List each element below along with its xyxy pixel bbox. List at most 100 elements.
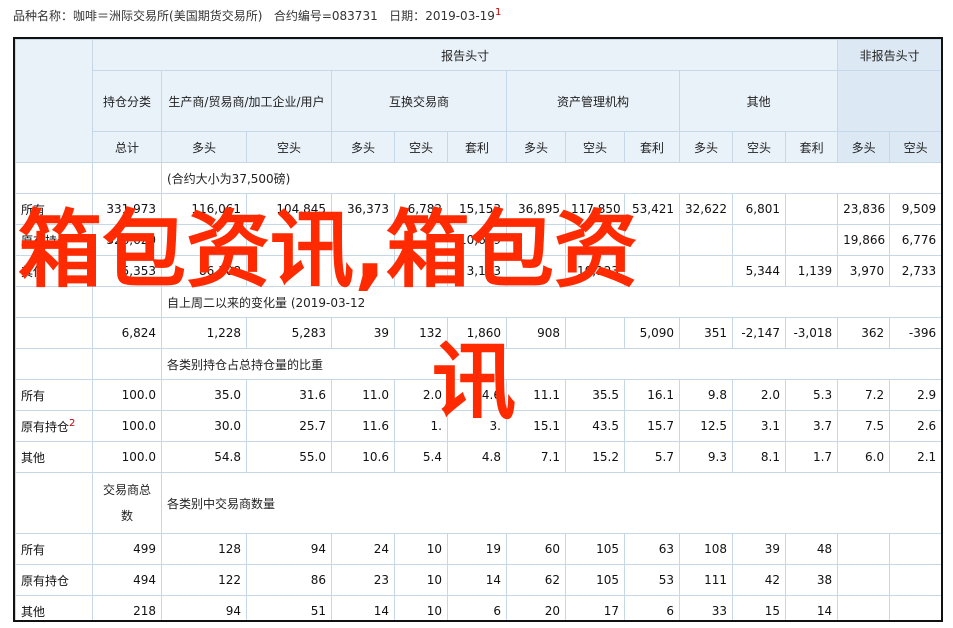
cell: 6 [624, 595, 680, 620]
section-gap [15, 286, 93, 318]
section-change: 自上周二以来的变化量 (2019-03-12 [160, 286, 941, 318]
positions-table: 报告头寸 非报告头寸 持仓分类 生产商/贸易商/加工企业/用户 互换交易商 资产… [15, 39, 941, 620]
cell: 1,228 [161, 317, 247, 349]
cell: 5,090 [624, 317, 680, 349]
cell: 32,622 [679, 193, 733, 225]
cell: 54.8 [161, 441, 247, 473]
cell: 10 [394, 595, 448, 620]
cell: 4.6 [447, 379, 507, 411]
corner-cell [15, 39, 93, 163]
cell: 17 [565, 595, 625, 620]
cell: 494 [92, 564, 162, 596]
cell [246, 255, 332, 287]
cell: 104,845 [246, 193, 332, 225]
cell: 1,860 [447, 317, 507, 349]
report-date: 2019-03-19 [425, 9, 495, 23]
cell: 11.1 [506, 379, 566, 411]
cell: 60 [506, 533, 566, 565]
cell: 15.7 [624, 410, 680, 442]
row-label [15, 317, 93, 349]
cell: 36,373 [331, 193, 395, 225]
cell: 132 [394, 317, 448, 349]
cell: 19,866 [837, 224, 891, 256]
cell: 3,970 [837, 255, 891, 287]
cell [331, 255, 395, 287]
cell [565, 317, 625, 349]
cell: 100.0 [92, 441, 162, 473]
table-row: 所有 499 128 94 24 10 19 60 105 63 108 39 … [15, 533, 941, 565]
cell: 7.2 [837, 379, 891, 411]
cell: 9.3 [679, 441, 733, 473]
cell: 14 [784, 595, 839, 620]
cell: 53,421 [624, 193, 680, 225]
cell: 38 [784, 564, 839, 596]
cell: 105 [565, 533, 625, 565]
cell: 6,824 [92, 317, 162, 349]
cell: 2.9 [889, 379, 941, 411]
nonreport-head: 非报告头寸 [837, 39, 941, 71]
cell: 117,850 [565, 193, 625, 225]
cell: 362 [837, 317, 891, 349]
table-row: 原有持仓 494 122 86 23 10 14 62 105 53 111 4… [15, 564, 941, 596]
cell [331, 224, 395, 256]
table-row: 原有持仓 326,620 10,619 19,866 6,776 [15, 224, 941, 256]
row-label: 原有持仓 [15, 564, 93, 596]
sub-spread: 套利 [784, 131, 839, 163]
table-row: 所有 100.0 35.0 31.6 11.0 2.0 4.6 11.1 35.… [15, 379, 941, 411]
cell: 39 [732, 533, 786, 565]
table-row: 所有 331,973 116,061 104,845 36,373 6,782 … [15, 193, 941, 225]
cell: 25.7 [246, 410, 332, 442]
cell: 128 [161, 533, 247, 565]
contract-code-label: 合约编号= [273, 9, 332, 23]
cell: 51 [246, 595, 332, 620]
section-gap [92, 162, 162, 194]
cell: 5.7 [624, 441, 680, 473]
cell: 30.0 [161, 410, 247, 442]
table-row: 其他 100.0 54.8 55.0 10.6 5.4 4.8 7.1 15.2… [15, 441, 941, 473]
cell [889, 564, 941, 596]
sub-short: 空头 [394, 131, 448, 163]
cell: 6,782 [394, 193, 448, 225]
cell [394, 255, 448, 287]
row-label: 所有 [15, 533, 93, 565]
cell: 10,619 [447, 224, 507, 256]
row-label: 原有持仓 [15, 224, 93, 256]
group-producer: 生产商/贸易商/加工企业/用户 [161, 70, 332, 132]
cell: 19 [447, 533, 507, 565]
cell: 3.7 [784, 410, 839, 442]
cell: 1. [394, 410, 448, 442]
sub-long: 多头 [837, 131, 891, 163]
cell: 11.6 [331, 410, 395, 442]
cell: 23 [331, 564, 395, 596]
cell [732, 224, 786, 256]
sub-short: 空头 [565, 131, 625, 163]
cell: 20 [506, 595, 566, 620]
cell: 4.8 [447, 441, 507, 473]
cell: 3. [447, 410, 507, 442]
cell [679, 255, 733, 287]
section-gap [15, 162, 93, 194]
cell: 10 [394, 533, 448, 565]
cell: -3,018 [784, 317, 839, 349]
cell: 326,620 [92, 224, 162, 256]
row-label: 所有 [15, 379, 93, 411]
cell: 105 [565, 564, 625, 596]
cell: -396 [889, 317, 941, 349]
cell [889, 533, 941, 565]
cell: 908 [506, 317, 566, 349]
cell [889, 595, 941, 620]
cell: 63 [624, 533, 680, 565]
cell [565, 224, 625, 256]
cell: 14 [447, 564, 507, 596]
footnote-marker: 2 [69, 417, 76, 429]
cell [624, 255, 680, 287]
cot-report-table: 报告头寸 非报告头寸 持仓分类 生产商/贸易商/加工企业/用户 互换交易商 资产… [13, 37, 943, 622]
cell: 15 [732, 595, 786, 620]
cell: 8.1 [732, 441, 786, 473]
report-header: 品种名称：咖啡＝洲际交易所(美国期货交易所) 合约编号=083731 日期：20… [13, 7, 501, 24]
cell: 12.5 [679, 410, 733, 442]
cell: 31.6 [246, 379, 332, 411]
sub-total: 总计 [92, 131, 162, 163]
cell: 218 [92, 595, 162, 620]
table-row: 其他 218 94 51 14 10 6 20 17 6 33 15 14 [15, 595, 941, 620]
